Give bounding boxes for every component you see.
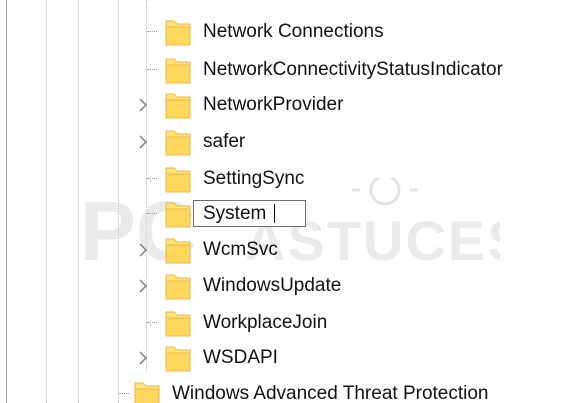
folder-icon — [165, 202, 191, 228]
tree-item-label: NetworkProvider — [203, 94, 344, 115]
folder-icon — [165, 20, 191, 46]
tree-item-label: Windows Advanced Threat Protection — [172, 383, 489, 403]
tree-item-networkconnectivitystatusindicator[interactable]: NetworkConnectivityStatusIndicator — [0, 53, 562, 87]
text-caret — [274, 204, 275, 223]
tree-item-workplacejoin[interactable]: WorkplaceJoin — [0, 306, 562, 340]
tree-item-label: SettingSync — [203, 168, 305, 189]
chevron-right-icon[interactable] — [136, 350, 150, 366]
tree-item-label: NetworkConnectivityStatusIndicator — [203, 59, 503, 80]
tree-item-wcmsvc[interactable]: WcmSvc — [0, 233, 562, 267]
tree-item-windowsupdate[interactable]: WindowsUpdate — [0, 269, 562, 303]
folder-icon — [165, 93, 191, 119]
folder-icon — [165, 311, 191, 337]
chevron-right-icon[interactable] — [136, 278, 150, 294]
folder-icon — [165, 167, 191, 193]
tree-item-label: WSDAPI — [203, 347, 278, 368]
tree-item-networkprovider[interactable]: NetworkProvider — [0, 88, 562, 122]
folder-icon — [165, 274, 191, 300]
chevron-right-icon[interactable] — [136, 134, 150, 150]
tree-item-label: safer — [203, 131, 246, 152]
tree-item-label: Network Connections — [203, 21, 384, 42]
tree-item-wsdapi[interactable]: WSDAPI — [0, 341, 562, 375]
folder-icon — [165, 238, 191, 264]
chevron-right-icon[interactable] — [136, 242, 150, 258]
tree-connector — [147, 213, 157, 214]
rename-input[interactable] — [194, 201, 305, 226]
folder-icon — [165, 130, 191, 156]
tree-item-settingsync[interactable]: SettingSync — [0, 162, 562, 196]
rename-box[interactable] — [193, 200, 306, 227]
tree-item-safer[interactable]: safer — [0, 125, 562, 159]
tree-item-label: WorkplaceJoin — [203, 312, 328, 333]
tree-item-network-connections[interactable]: Network Connections — [0, 15, 562, 49]
tree-connector — [147, 178, 157, 179]
folder-icon — [165, 346, 191, 372]
tree-connector — [147, 69, 157, 70]
tree-connector — [147, 31, 157, 32]
tree-connector — [119, 393, 129, 394]
tree-connector — [147, 322, 157, 323]
tree-item-windows-advanced-threat-protection[interactable]: Windows Advanced Threat Protection — [0, 377, 562, 403]
tree-item-label: WcmSvc — [203, 239, 278, 260]
folder-icon — [165, 58, 191, 84]
folder-icon — [134, 382, 160, 403]
registry-tree-view: PC ASTUCES Network Connections NetworkCo… — [0, 0, 562, 403]
tree-item-system[interactable] — [0, 197, 562, 231]
tree-item-label: WindowsUpdate — [203, 275, 342, 296]
chevron-right-icon[interactable] — [136, 97, 150, 113]
